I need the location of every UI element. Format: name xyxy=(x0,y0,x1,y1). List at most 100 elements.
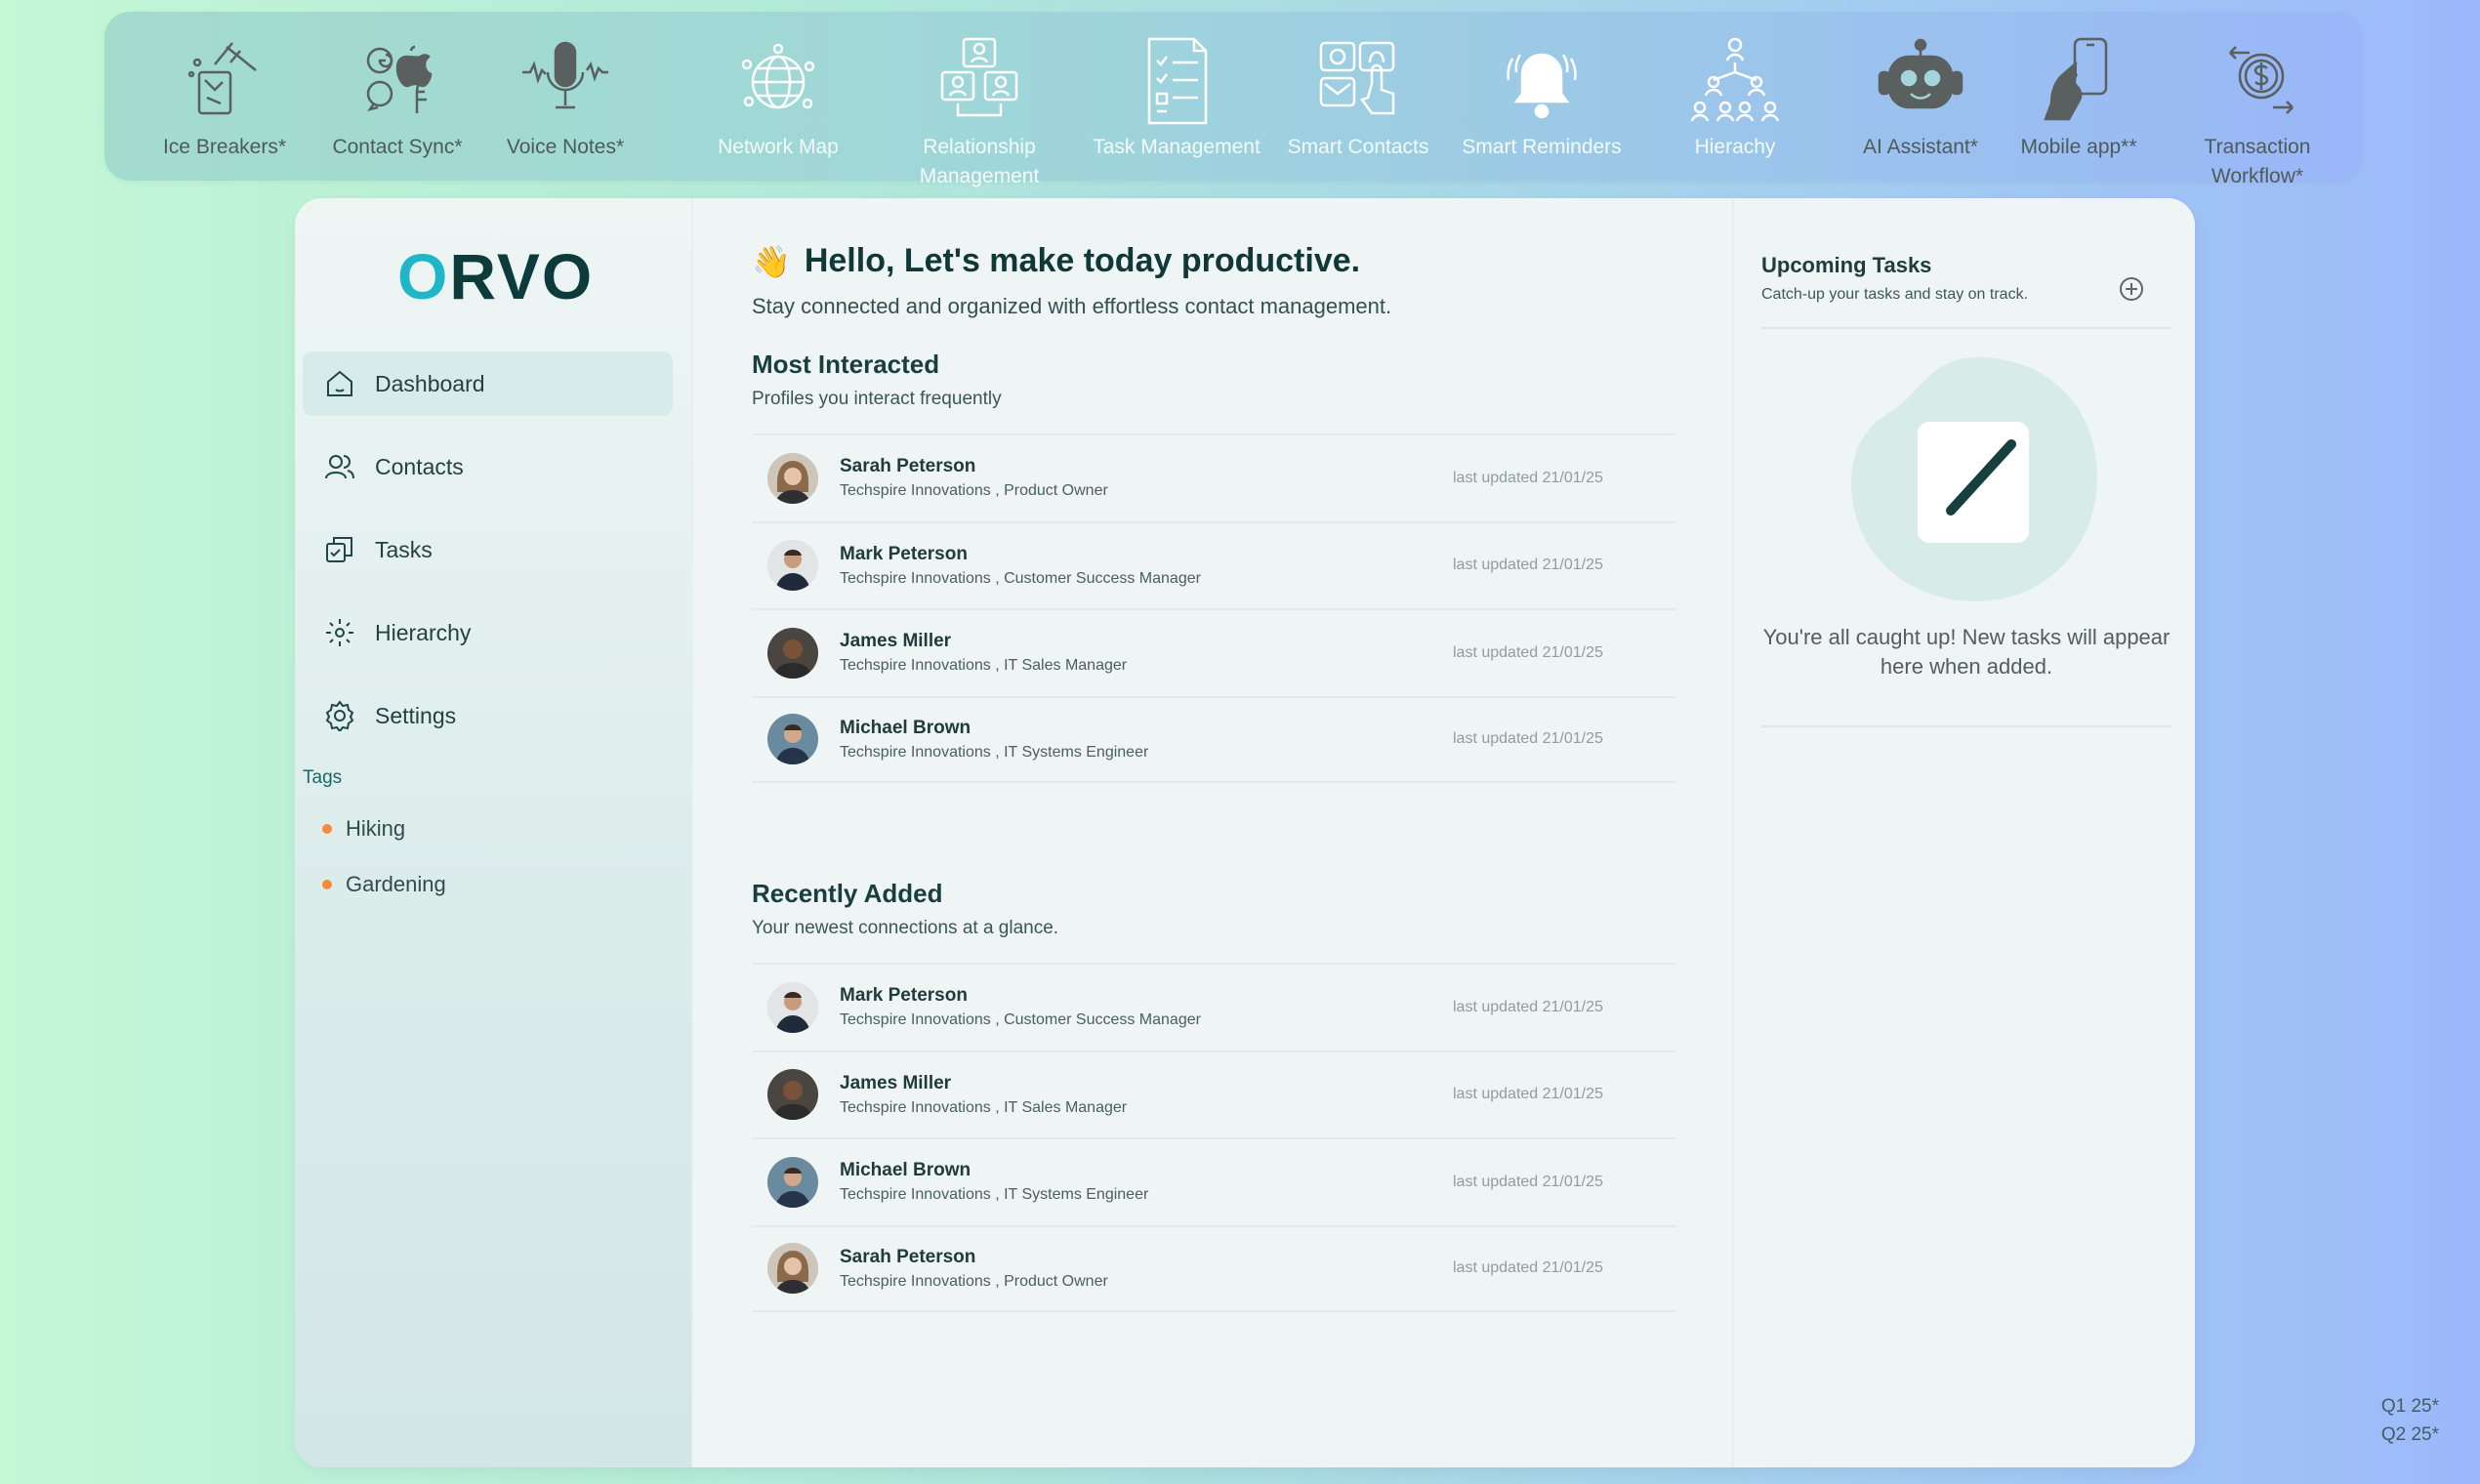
sidebar-item-settings[interactable]: Settings xyxy=(303,683,673,748)
sidebar-item-tasks[interactable]: Tasks xyxy=(303,517,673,582)
contact-name: Sarah Peterson xyxy=(840,1246,976,1267)
avatar xyxy=(767,714,818,765)
last-updated: last updated 21/01/25 xyxy=(1453,1259,1603,1277)
feature-hierarchy[interactable]: Hierachy xyxy=(1667,12,1803,181)
feature-relationship-management[interactable]: Relationship Management xyxy=(891,12,1067,187)
contact-name: Mark Peterson xyxy=(840,543,968,564)
contact-role: Techspire Innovations , Product Owner xyxy=(840,1272,1108,1290)
sidebar-item-label: Contacts xyxy=(375,453,464,479)
feature-network-map[interactable]: Network Map xyxy=(690,12,866,181)
contact-name: Michael Brown xyxy=(840,1160,971,1181)
feature-smart-contacts[interactable]: Smart Contacts xyxy=(1272,12,1444,181)
avatar xyxy=(767,1243,818,1295)
contact-role: Techspire Innovations , Product Owner xyxy=(840,482,1108,500)
feature-mobile-app[interactable]: Mobile app** xyxy=(2001,12,2157,181)
list-item[interactable]: Sarah Peterson Techspire Innovations , Pr… xyxy=(752,433,1675,521)
feature-label: Ice Breakers* xyxy=(162,136,287,158)
sidebar-item-contacts[interactable]: Contacts xyxy=(303,434,673,499)
app-window: O RVO Dashboard Contacts Tasks Hierarchy … xyxy=(295,198,2195,1467)
robot-icon xyxy=(1878,38,1963,109)
sidebar-item-label: Dashboard xyxy=(375,370,485,396)
list-item[interactable]: Mark Peterson Techspire Innovations , Cus… xyxy=(752,520,1675,609)
last-updated: last updated 21/01/25 xyxy=(1453,1086,1603,1103)
wave-emoji: 👋 xyxy=(752,243,791,279)
avatar xyxy=(767,627,818,679)
list-item[interactable]: James Miller Techspire Innovations , IT S… xyxy=(752,1050,1675,1138)
contact-role: Techspire Innovations , IT Systems Engin… xyxy=(840,1186,1149,1204)
last-updated: last updated 21/01/25 xyxy=(1453,730,1603,748)
last-updated: last updated 21/01/25 xyxy=(1453,643,1603,661)
list-item[interactable]: Michael Brown Techspire Innovations , IT … xyxy=(752,1137,1675,1225)
upcoming-tasks-panel: Upcoming Tasks Catch-up your tasks and s… xyxy=(1734,198,2195,1467)
greeting-text: Hello, Let's make today productive. xyxy=(804,242,1361,279)
upcoming-tasks-title: Upcoming Tasks xyxy=(1761,253,1932,277)
feature-label: Network Map xyxy=(718,136,839,158)
most-interacted-subtitle: Profiles you interact frequently xyxy=(752,389,1002,409)
feature-ice-breakers[interactable]: Ice Breakers* xyxy=(144,12,306,181)
dashboard-main: 👋 Hello, Let's make today productive. St… xyxy=(693,198,1734,1467)
most-interacted-list: Sarah Peterson Techspire Innovations , Pr… xyxy=(752,433,1675,783)
globe-network-icon xyxy=(741,43,815,109)
feature-label: Contact Sync* xyxy=(332,136,463,158)
feature-label: Mobile app** xyxy=(2020,136,2137,158)
tag-label: Hiking xyxy=(346,816,406,841)
tags-heading: Tags xyxy=(303,767,343,788)
contact-name: James Miller xyxy=(840,631,952,652)
feature-task-management[interactable]: Task Management xyxy=(1081,12,1272,181)
list-item[interactable]: Mark Peterson Techspire Innovations , Cus… xyxy=(752,963,1675,1051)
plus-circle-icon xyxy=(2120,277,2143,301)
greeting-subtext: Stay connected and organized with effort… xyxy=(752,294,1392,318)
tag-dot xyxy=(322,880,332,889)
avatar xyxy=(767,1156,818,1208)
sidebar-item-dashboard[interactable]: Dashboard xyxy=(303,351,673,416)
list-item[interactable]: Sarah Peterson Techspire Innovations , Pr… xyxy=(752,1224,1675,1312)
sidebar: O RVO Dashboard Contacts Tasks Hierarchy … xyxy=(295,198,693,1467)
upcoming-tasks-subtitle: Catch-up your tasks and stay on track. xyxy=(1761,286,2029,303)
feature-voice-notes[interactable]: Voice Notes* xyxy=(487,12,643,181)
avatar xyxy=(767,1069,818,1121)
sidebar-item-label: Hierarchy xyxy=(375,619,472,645)
contacts-icon xyxy=(325,455,354,479)
contact-name: James Miller xyxy=(840,1072,952,1093)
relationship-icon xyxy=(940,37,1018,117)
feature-label: Smart Reminders xyxy=(1462,136,1622,158)
add-task-button[interactable] xyxy=(2118,275,2145,303)
microphone-icon xyxy=(522,41,608,109)
contact-name: Mark Peterson xyxy=(840,985,968,1007)
feature-contact-sync[interactable]: Contact Sync* xyxy=(315,12,479,181)
list-item[interactable]: James Miller Techspire Innovations , IT S… xyxy=(752,608,1675,696)
contact-role: Techspire Innovations , Customer Success… xyxy=(840,1011,1201,1029)
feature-ai-assistant[interactable]: AI Assistant* xyxy=(1842,12,1999,181)
checklist-icon xyxy=(1147,37,1208,125)
mobile-app-icon xyxy=(2044,37,2108,121)
hierarchy-icon xyxy=(1690,37,1780,122)
tag-gardening[interactable]: Gardening xyxy=(322,872,446,897)
feature-transaction-workflow[interactable]: Transaction Workflow* xyxy=(2174,12,2340,187)
feature-smart-reminders[interactable]: Smart Reminders xyxy=(1456,12,1628,181)
sidebar-item-label: Tasks xyxy=(375,536,433,562)
ice-breaker-icon xyxy=(187,42,257,115)
empty-state-text: You're all caught up! New tasks will app… xyxy=(1762,625,2170,679)
feature-bar: Ice Breakers* Contact Sync* Voice Notes*… xyxy=(104,12,2362,187)
contact-role: Techspire Innovations , IT Systems Engin… xyxy=(840,743,1149,761)
contact-sync-icon xyxy=(366,45,433,113)
contact-role: Techspire Innovations , IT Sales Manager xyxy=(840,657,1128,675)
smart-contacts-icon xyxy=(1319,41,1395,115)
tag-hiking[interactable]: Hiking xyxy=(322,816,405,842)
feature-label: Task Management xyxy=(1093,136,1261,158)
divider xyxy=(1761,327,2171,329)
page-title: 👋 Hello, Let's make today productive. xyxy=(752,242,1360,280)
bell-icon xyxy=(1507,53,1577,119)
logo-o: O xyxy=(397,240,450,312)
contact-name: Michael Brown xyxy=(840,717,971,738)
list-item[interactable]: Michael Brown Techspire Innovations , IT … xyxy=(752,695,1675,783)
most-interacted-title: Most Interacted xyxy=(752,350,940,379)
feature-label: Hierachy xyxy=(1694,136,1776,158)
last-updated: last updated 21/01/25 xyxy=(1453,556,1603,574)
gear-icon xyxy=(325,700,354,731)
recently-added-title: Recently Added xyxy=(752,879,943,908)
sidebar-item-hierarchy[interactable]: Hierarchy xyxy=(303,600,673,665)
feature-label: AI Assistant* xyxy=(1863,136,1978,158)
footnote-q1: Q1 25* xyxy=(2380,1396,2439,1417)
tasks-icon xyxy=(326,537,352,562)
